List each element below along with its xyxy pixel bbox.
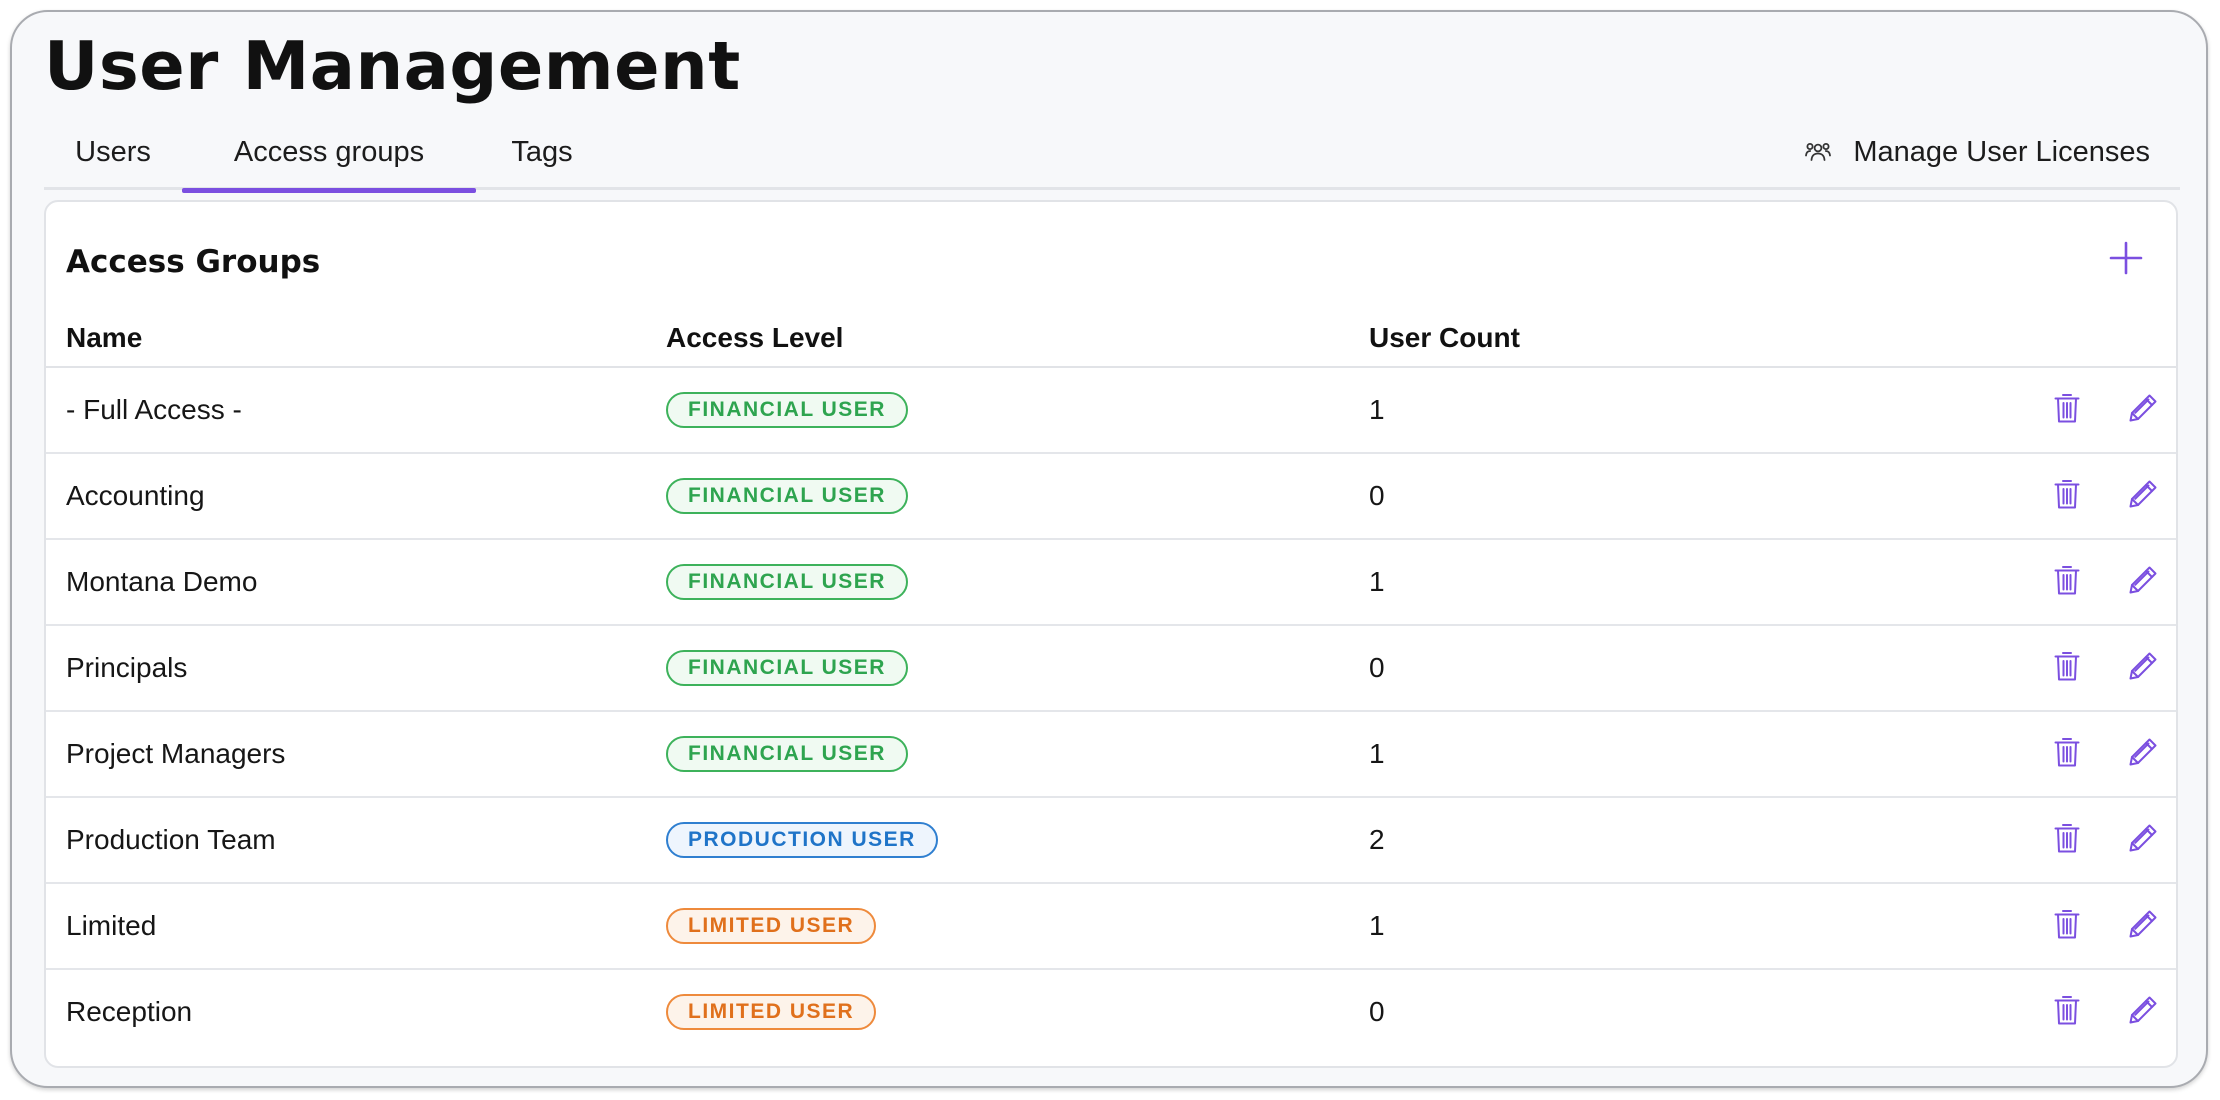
delete-button[interactable]	[2046, 389, 2088, 431]
access-level-badge: LIMITED USER	[666, 908, 877, 944]
group-name: Limited	[66, 910, 157, 941]
table-row[interactable]: - Full Access - FINANCIAL USER 1	[46, 368, 2176, 454]
access-level-badge: FINANCIAL USER	[666, 392, 908, 428]
access-level-badge: FINANCIAL USER	[666, 736, 908, 772]
access-level-badge: LIMITED USER	[666, 994, 877, 1030]
user-count: 2	[1369, 824, 1385, 855]
user-count: 0	[1369, 652, 1385, 683]
access-level-cell: PRODUCTION USER	[666, 798, 938, 882]
access-level-cell: FINANCIAL USER	[666, 540, 908, 624]
edit-button[interactable]	[2122, 819, 2164, 861]
trash-icon	[2054, 736, 2080, 773]
access-level-cell: FINANCIAL USER	[666, 712, 908, 796]
group-name: - Full Access -	[66, 394, 242, 425]
table-row[interactable]: Reception LIMITED USER 0	[46, 970, 2176, 1056]
delete-button[interactable]	[2046, 647, 2088, 689]
edit-button[interactable]	[2122, 905, 2164, 947]
group-name: Montana Demo	[66, 566, 258, 597]
manage-user-licenses-link[interactable]: Manage User Licenses	[1805, 114, 2150, 190]
plus-icon	[2109, 241, 2143, 280]
pencil-icon	[2127, 908, 2159, 945]
access-level-badge: FINANCIAL USER	[666, 564, 908, 600]
user-count: 0	[1369, 480, 1385, 511]
delete-button[interactable]	[2046, 905, 2088, 947]
access-level-badge: FINANCIAL USER	[666, 478, 908, 514]
group-name: Production Team	[66, 824, 276, 855]
edit-button[interactable]	[2122, 389, 2164, 431]
user-count: 1	[1369, 394, 1385, 425]
edit-button[interactable]	[2122, 733, 2164, 775]
column-header-user-count[interactable]: User Count	[1369, 310, 1520, 366]
access-level-cell: FINANCIAL USER	[666, 454, 908, 538]
pencil-icon	[2127, 478, 2159, 515]
access-level-badge: FINANCIAL USER	[666, 650, 908, 686]
column-header-access-level[interactable]: Access Level	[666, 310, 843, 366]
tab-tags[interactable]: Tags	[476, 114, 608, 190]
trash-icon	[2054, 908, 2080, 945]
pencil-icon	[2127, 736, 2159, 773]
pencil-icon	[2127, 650, 2159, 687]
trash-icon	[2054, 392, 2080, 429]
trash-icon	[2054, 822, 2080, 859]
access-groups-card: Access Groups Name Access Level User Cou…	[44, 200, 2178, 1068]
user-count: 0	[1369, 996, 1385, 1027]
edit-button[interactable]	[2122, 561, 2164, 603]
access-level-cell: FINANCIAL USER	[666, 626, 908, 710]
delete-button[interactable]	[2046, 991, 2088, 1033]
trash-icon	[2054, 994, 2080, 1031]
trash-icon	[2054, 650, 2080, 687]
column-header-name[interactable]: Name	[66, 310, 142, 366]
pencil-icon	[2127, 994, 2159, 1031]
card-title: Access Groups	[66, 244, 321, 280]
access-groups-table-body: - Full Access - FINANCIAL USER 1 Account…	[46, 368, 2176, 1056]
access-level-cell: FINANCIAL USER	[666, 368, 908, 452]
manage-user-licenses-label: Manage User Licenses	[1853, 135, 2150, 168]
edit-button[interactable]	[2122, 475, 2164, 517]
access-level-badge: PRODUCTION USER	[666, 822, 938, 858]
pencil-icon	[2127, 822, 2159, 859]
trash-icon	[2054, 478, 2080, 515]
group-name: Project Managers	[66, 738, 286, 769]
table-row[interactable]: Montana Demo FINANCIAL USER 1	[46, 540, 2176, 626]
pencil-icon	[2127, 392, 2159, 429]
edit-button[interactable]	[2122, 647, 2164, 689]
table-row[interactable]: Project Managers FINANCIAL USER 1	[46, 712, 2176, 798]
group-name: Reception	[66, 996, 193, 1027]
table-row[interactable]: Accounting FINANCIAL USER 0	[46, 454, 2176, 540]
table-row[interactable]: Production Team PRODUCTION USER 2	[46, 798, 2176, 884]
user-count: 1	[1369, 738, 1385, 769]
users-icon	[1805, 140, 1832, 164]
tab-access-groups[interactable]: Access groups	[182, 114, 476, 193]
add-access-group-button[interactable]	[2104, 238, 2148, 282]
delete-button[interactable]	[2046, 733, 2088, 775]
access-level-cell: LIMITED USER	[666, 884, 877, 968]
edit-button[interactable]	[2122, 991, 2164, 1033]
delete-button[interactable]	[2046, 819, 2088, 861]
group-name: Accounting	[66, 480, 205, 511]
delete-button[interactable]	[2046, 475, 2088, 517]
group-name: Principals	[66, 652, 188, 683]
delete-button[interactable]	[2046, 561, 2088, 603]
access-level-cell: LIMITED USER	[666, 970, 877, 1054]
tab-bar: Users Access groups Tags Manage User Lic…	[44, 114, 2180, 193]
page-title: User Management	[44, 27, 741, 105]
pencil-icon	[2127, 564, 2159, 601]
user-count: 1	[1369, 566, 1385, 597]
user-count: 1	[1369, 910, 1385, 941]
table-header: Name Access Level User Count	[46, 310, 2176, 368]
tab-users[interactable]: Users	[44, 114, 182, 190]
table-row[interactable]: Limited LIMITED USER 1	[46, 884, 2176, 970]
trash-icon	[2054, 564, 2080, 601]
app-window: User Management Users Access groups Tags…	[10, 10, 2208, 1088]
table-row[interactable]: Principals FINANCIAL USER 0	[46, 626, 2176, 712]
